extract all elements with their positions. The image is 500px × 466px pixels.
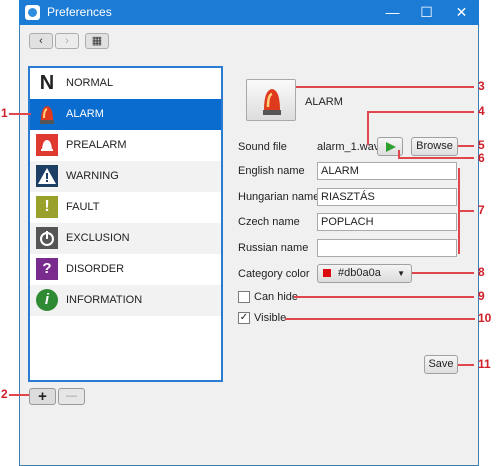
list-item-information[interactable]: i INFORMATION bbox=[30, 285, 221, 316]
czech-name-field[interactable]: POPLACH bbox=[317, 213, 457, 231]
save-button[interactable]: Save bbox=[424, 355, 458, 374]
color-swatch bbox=[323, 269, 331, 277]
list-item-fault[interactable]: ! FAULT bbox=[30, 192, 221, 223]
normal-n-icon: N bbox=[39, 72, 55, 94]
category-color-value: #db0a0a bbox=[338, 267, 381, 279]
list-item-label: ALARM bbox=[66, 108, 104, 120]
visible-checkbox[interactable]: ✓ bbox=[238, 312, 250, 324]
callout-number-10: 10 bbox=[478, 311, 492, 325]
category-icon-button[interactable] bbox=[246, 79, 296, 121]
callout-number-6: 6 bbox=[478, 151, 485, 165]
remove-category-button[interactable]: — bbox=[58, 388, 85, 405]
list-item-label: WARNING bbox=[66, 170, 119, 182]
english-name-field[interactable]: ALARM bbox=[317, 162, 457, 180]
category-color-dropdown[interactable]: #db0a0a ▼ bbox=[317, 264, 412, 283]
callout-line-11 bbox=[458, 364, 474, 366]
category-list[interactable]: N NORMAL ALARM PREALARM WARNING ! FAULT … bbox=[28, 66, 223, 382]
list-item-label: DISORDER bbox=[66, 263, 125, 275]
visible-label: Visible bbox=[254, 312, 287, 324]
callout-number-8: 8 bbox=[478, 265, 485, 279]
browse-button[interactable]: Browse bbox=[411, 137, 458, 156]
list-item-disorder[interactable]: ? DISORDER bbox=[30, 254, 221, 285]
list-item-label: EXCLUSION bbox=[66, 232, 130, 244]
callout-line-4-vertical bbox=[367, 111, 369, 145]
list-item-normal[interactable]: N NORMAL bbox=[30, 68, 221, 99]
minimize-button[interactable]: — bbox=[376, 0, 409, 25]
callout-number-2: 2 bbox=[1, 387, 8, 401]
list-item-label: FAULT bbox=[66, 201, 100, 213]
back-button[interactable]: ‹ bbox=[29, 33, 53, 49]
hungarian-name-label: Hungarian name bbox=[238, 191, 320, 203]
callout-line-7 bbox=[458, 210, 474, 212]
list-item-exclusion[interactable]: EXCLUSION bbox=[30, 223, 221, 254]
list-item-label: INFORMATION bbox=[66, 294, 143, 306]
exclamation-icon: ! bbox=[36, 196, 58, 218]
close-button[interactable]: ✕ bbox=[445, 0, 478, 25]
callout-line-6-vertical bbox=[398, 150, 400, 159]
callout-line-9 bbox=[294, 296, 474, 298]
question-icon: ? bbox=[36, 258, 58, 280]
forward-button[interactable]: › bbox=[55, 33, 79, 49]
callout-number-7: 7 bbox=[478, 203, 485, 217]
play-icon bbox=[386, 142, 396, 152]
list-item-prealarm[interactable]: PREALARM bbox=[30, 130, 221, 161]
czech-name-label: Czech name bbox=[238, 216, 300, 228]
title-bar: Preferences — ☐ ✕ bbox=[19, 0, 479, 25]
category-color-label: Category color bbox=[238, 268, 310, 280]
callout-line-3 bbox=[296, 86, 474, 88]
callout-line-6 bbox=[398, 157, 474, 159]
callout-number-5: 5 bbox=[478, 138, 485, 152]
grid-view-button[interactable]: ▦ bbox=[85, 33, 109, 49]
callout-number-3: 3 bbox=[478, 79, 485, 93]
callout-line-10 bbox=[285, 318, 475, 320]
bell-icon bbox=[36, 134, 58, 156]
maximize-button[interactable]: ☐ bbox=[410, 0, 443, 25]
sound-file-label: Sound file bbox=[238, 141, 287, 153]
sound-file-value: alarm_1.wav bbox=[317, 141, 380, 153]
callout-number-4: 4 bbox=[478, 104, 485, 118]
alarm-siren-icon bbox=[36, 103, 58, 125]
hungarian-name-field[interactable]: RIASZTÁS bbox=[317, 188, 457, 206]
callout-line-8 bbox=[412, 272, 474, 274]
callout-number-1: 1 bbox=[1, 106, 8, 120]
callout-number-9: 9 bbox=[478, 289, 485, 303]
window-title: Preferences bbox=[47, 5, 112, 19]
callout-line-1 bbox=[9, 113, 31, 115]
list-item-label: PREALARM bbox=[66, 139, 127, 151]
callout-line-4 bbox=[367, 111, 474, 113]
callout-line-2 bbox=[9, 394, 29, 396]
list-item-warning[interactable]: WARNING bbox=[30, 161, 221, 192]
can-hide-label: Can hide bbox=[254, 291, 299, 303]
alarm-siren-icon bbox=[263, 89, 281, 115]
can-hide-checkbox[interactable] bbox=[238, 291, 250, 303]
chevron-down-icon: ▼ bbox=[397, 269, 405, 278]
english-name-label: English name bbox=[238, 165, 305, 177]
russian-name-label: Russian name bbox=[238, 242, 309, 254]
add-category-button[interactable]: + bbox=[29, 388, 56, 405]
callout-line-5 bbox=[458, 145, 474, 147]
app-icon bbox=[25, 5, 40, 20]
list-item-label: NORMAL bbox=[66, 77, 114, 89]
info-icon: i bbox=[36, 289, 58, 311]
callout-number-11: 11 bbox=[478, 357, 491, 371]
power-icon bbox=[36, 227, 58, 249]
warning-triangle-icon bbox=[36, 165, 58, 187]
russian-name-field[interactable] bbox=[317, 239, 457, 257]
category-name-title: ALARM bbox=[305, 96, 343, 108]
list-item-alarm[interactable]: ALARM bbox=[30, 99, 221, 130]
